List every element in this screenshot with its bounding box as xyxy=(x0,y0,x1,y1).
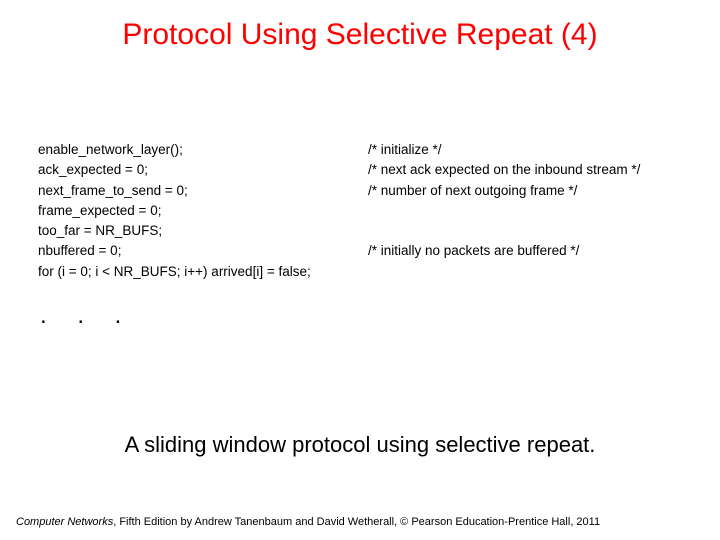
footer-rest: , Fifth Edition by Andrew Tanenbaum and … xyxy=(113,516,600,528)
footer-book: Computer Networks xyxy=(16,516,113,528)
code-line: for (i = 0; i < NR_BUFS; i++) arrived[i]… xyxy=(38,262,688,282)
code-comment: /* initially no packets are buffered */ xyxy=(368,241,579,261)
code-line: frame_expected = 0; xyxy=(38,201,688,221)
page-title: Protocol Using Selective Repeat (4) xyxy=(0,0,720,52)
code-line: ack_expected = 0; /* next ack expected o… xyxy=(38,160,688,180)
code-stmt: for (i = 0; i < NR_BUFS; i++) arrived[i]… xyxy=(38,262,368,282)
code-stmt: ack_expected = 0; xyxy=(38,160,368,180)
code-stmt: too_far = NR_BUFS; xyxy=(38,221,368,241)
footer: Computer Networks, Fifth Edition by Andr… xyxy=(16,516,600,528)
code-stmt: enable_network_layer(); xyxy=(38,140,368,160)
code-stmt: next_frame_to_send = 0; xyxy=(38,181,368,201)
caption: A sliding window protocol using selectiv… xyxy=(0,432,720,458)
code-stmt: nbuffered = 0; xyxy=(38,241,368,261)
code-block: enable_network_layer(); /* initialize */… xyxy=(38,140,688,328)
code-comment: /* initialize */ xyxy=(368,140,442,160)
code-line: too_far = NR_BUFS; xyxy=(38,221,688,241)
code-line: nbuffered = 0; /* initially no packets a… xyxy=(38,241,688,261)
code-line: enable_network_layer(); /* initialize */ xyxy=(38,140,688,160)
code-line: next_frame_to_send = 0; /* number of nex… xyxy=(38,181,688,201)
code-stmt: frame_expected = 0; xyxy=(38,201,368,221)
code-comment: /* number of next outgoing frame */ xyxy=(368,181,577,201)
code-ellipsis: . . . xyxy=(38,282,688,328)
code-comment: /* next ack expected on the inbound stre… xyxy=(368,160,640,180)
